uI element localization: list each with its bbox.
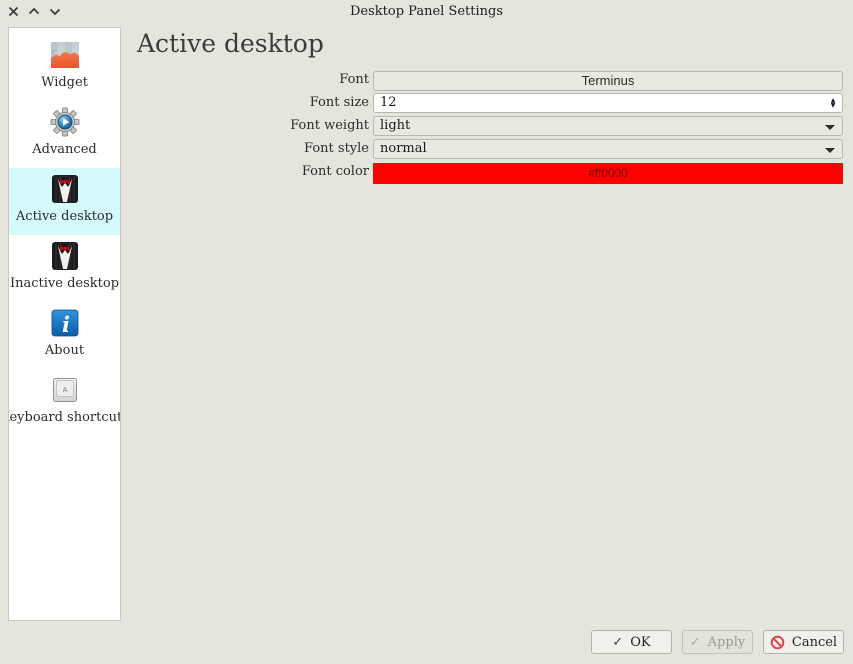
sidebar-item-inactive-desktop[interactable]: Inactive desktop: [9, 235, 120, 302]
dropdown-arrow-icon: [825, 148, 835, 153]
font-style-select[interactable]: normal: [373, 139, 843, 159]
page-title: Active desktop: [137, 29, 324, 58]
font-style-row: Font style normal: [0, 139, 853, 159]
sidebar-item-about[interactable]: i About: [9, 302, 120, 369]
cancel-button[interactable]: Cancel: [763, 630, 844, 654]
font-label: Font: [0, 70, 371, 90]
check-icon: ✓: [690, 635, 701, 650]
footer-buttons: ✓ OK ✓ Apply Cancel: [591, 630, 844, 654]
svg-text:i: i: [62, 312, 70, 337]
font-button[interactable]: Terminus: [373, 71, 843, 91]
ok-button[interactable]: ✓ OK: [591, 630, 672, 654]
check-icon: ✓: [612, 635, 623, 650]
font-row: Font Terminus: [0, 70, 853, 90]
font-weight-select[interactable]: light: [373, 116, 843, 136]
spin-down-icon[interactable]: ▼: [831, 103, 836, 108]
font-weight-value: light: [380, 118, 410, 133]
font-color-label: Font color: [0, 162, 371, 183]
apply-button[interactable]: ✓ Apply: [682, 630, 753, 654]
sidebar-item-label: Keyboard shortcuts: [8, 410, 121, 425]
titlebar: Desktop Panel Settings: [0, 0, 853, 24]
font-size-row: Font size 12 ▲ ▼: [0, 93, 853, 113]
svg-text:A: A: [62, 386, 67, 394]
apply-button-label: Apply: [708, 635, 746, 650]
dropdown-arrow-icon: [825, 125, 835, 130]
info-icon: i: [49, 307, 81, 339]
settings-form: Font Terminus Font size 12 ▲ ▼ Font weig…: [0, 70, 853, 186]
window-title: Desktop Panel Settings: [0, 4, 853, 19]
sidebar-item-keyboard-shortcuts[interactable]: A Keyboard shortcuts: [9, 369, 120, 436]
font-weight-row: Font weight light: [0, 116, 853, 136]
keyboard-key-icon: A: [49, 374, 81, 406]
prohibition-icon: [770, 635, 785, 650]
tuxedo-icon: [49, 240, 81, 272]
cancel-button-label: Cancel: [792, 635, 837, 650]
font-style-value: normal: [380, 141, 427, 156]
font-size-label: Font size: [0, 93, 371, 113]
sidebar-item-label: Inactive desktop: [10, 276, 119, 291]
ok-button-label: OK: [630, 635, 650, 650]
sidebar-item-label: About: [45, 343, 84, 358]
font-color-row: Font color #ff0000: [0, 162, 853, 183]
font-size-spinner[interactable]: ▲ ▼: [827, 94, 839, 112]
font-style-label: Font style: [0, 139, 371, 159]
sidebar-item-label: Active desktop: [16, 209, 113, 224]
font-weight-label: Font weight: [0, 116, 371, 136]
widget-chart-icon: [49, 39, 81, 71]
font-size-input[interactable]: 12: [373, 93, 843, 113]
font-color-button[interactable]: #ff0000: [373, 163, 843, 184]
